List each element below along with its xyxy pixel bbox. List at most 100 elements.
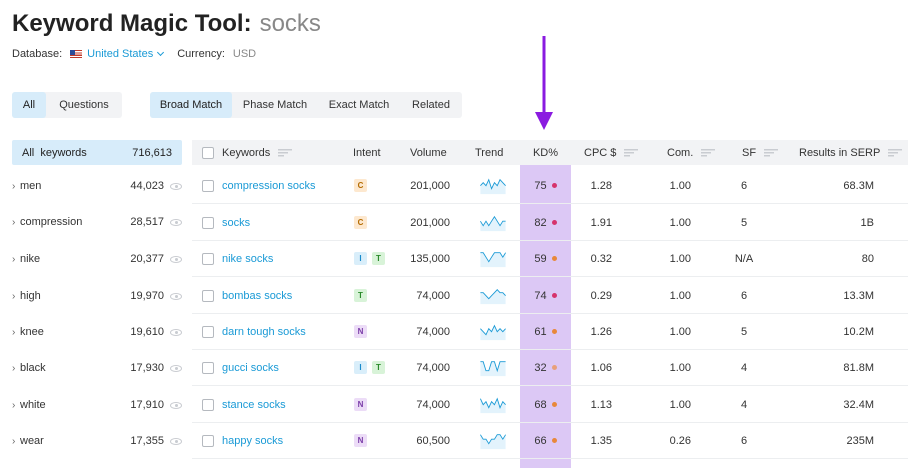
trend-area	[480, 398, 506, 413]
header-trend[interactable]: Trend	[475, 140, 503, 165]
match-type-tabs: Broad Match Phase Match Exact Match Rela…	[150, 92, 462, 118]
select-all-checkbox[interactable]	[202, 146, 214, 159]
group-count: 28,517	[130, 216, 164, 228]
sidebar-group-item[interactable]: › knee 19,610	[12, 322, 182, 342]
row-checkbox[interactable]	[202, 179, 214, 192]
volume-value: 60,500	[416, 434, 450, 447]
cpc-value: 1.06	[590, 361, 612, 374]
sidebar-group-item[interactable]: › black 17,930	[12, 358, 182, 378]
volume-value: 201,000	[410, 179, 450, 192]
tab-phase-match[interactable]: Phase Match	[232, 92, 318, 118]
tab-questions[interactable]: Questions	[46, 92, 122, 118]
table-row: stance socks N 74,000 68 1.13 1.00 4 32.4M	[192, 387, 908, 423]
volume-value: 74,000	[416, 325, 450, 338]
cpc-value: 0.29	[590, 289, 612, 302]
volume-value: 201,000	[410, 216, 450, 229]
intent-badge: N	[354, 434, 367, 447]
page-title: Keyword Magic Tool: socks	[12, 10, 321, 38]
database-label: Database:	[12, 48, 63, 60]
all-keywords-item[interactable]: All keywords 716,613	[12, 140, 182, 165]
eye-icon[interactable]	[170, 328, 182, 336]
header-trend-label: Trend	[475, 146, 504, 159]
sidebar-group-item[interactable]: › white 17,910	[12, 395, 182, 415]
header-kd[interactable]: KD%	[520, 140, 571, 165]
header-intent[interactable]: Intent	[353, 140, 381, 165]
row-checkbox[interactable]	[202, 361, 214, 374]
kd-value: 59	[534, 252, 547, 265]
tab-broad-match[interactable]: Broad Match	[150, 92, 232, 118]
eye-icon[interactable]	[170, 292, 182, 300]
eye-icon[interactable]	[170, 437, 182, 445]
header-sf[interactable]: SF	[742, 140, 779, 165]
sidebar-group-item[interactable]: › compression 28,517	[12, 212, 182, 232]
kd-difficulty-dot	[551, 183, 557, 188]
keyword-link[interactable]: nike socks	[222, 253, 273, 265]
keyword-link[interactable]: bombas socks	[222, 290, 292, 302]
group-name: wear	[20, 435, 44, 447]
database-selector[interactable]: United States	[70, 48, 165, 60]
chevron-right-icon: ›	[12, 435, 16, 447]
cpc-value: 1.35	[590, 434, 612, 447]
header-com[interactable]: Com.	[667, 140, 716, 165]
chevron-right-icon: ›	[12, 326, 16, 338]
sidebar-group-item[interactable]: › nike 20,377	[12, 249, 182, 269]
header-kd-label: KD%	[532, 146, 559, 159]
row-checkbox[interactable]	[202, 252, 214, 265]
keyword-link[interactable]: compression socks	[222, 180, 316, 192]
eye-icon[interactable]	[170, 364, 182, 372]
tab-exact-match[interactable]: Exact Match	[318, 92, 400, 118]
sf-value: 4	[740, 398, 748, 411]
row-checkbox[interactable]	[202, 434, 214, 447]
keyword-link[interactable]: socks	[222, 217, 250, 229]
all-keywords-count: 716,613	[132, 146, 172, 159]
header-sf-label: SF	[742, 146, 757, 159]
intent-badge: I	[354, 252, 367, 265]
group-count: 17,910	[130, 399, 164, 411]
results-value: 1B	[860, 216, 874, 229]
database-value: United States	[87, 48, 154, 60]
row-checkbox[interactable]	[202, 325, 214, 338]
com-value: 1.00	[669, 398, 691, 411]
keyword-link[interactable]: happy socks	[222, 435, 283, 447]
sidebar-group-item[interactable]: › high 19,970	[12, 286, 182, 306]
header-volume[interactable]: Volume	[410, 140, 447, 165]
header-results[interactable]: Results in SERP	[799, 140, 903, 165]
eye-icon[interactable]	[170, 182, 182, 190]
row-checkbox[interactable]	[202, 289, 214, 302]
header-cpc[interactable]: CPC $	[584, 140, 639, 165]
results-value: 32.4M	[843, 398, 874, 411]
header-keywords[interactable]: Keywords	[222, 140, 293, 165]
eye-icon[interactable]	[170, 401, 182, 409]
trend-sparkline	[480, 288, 506, 304]
volume-value: 135,000	[410, 252, 450, 265]
kd-difficulty-dot	[551, 329, 557, 334]
intent-badge: N	[354, 398, 367, 411]
kd-value: 68	[534, 398, 547, 411]
sidebar-group-item[interactable]: › men 44,023	[12, 176, 182, 196]
eye-icon[interactable]	[170, 255, 182, 263]
sidebar-group-item[interactable]: › wear 17,355	[12, 431, 182, 451]
kd-value: 74	[534, 289, 547, 302]
sf-value: 6	[740, 179, 748, 192]
row-checkbox[interactable]	[202, 216, 214, 229]
keyword-link[interactable]: darn tough socks	[222, 326, 306, 338]
group-name: men	[20, 180, 42, 192]
results-value: 235M	[846, 434, 874, 447]
group-count: 19,610	[130, 326, 164, 338]
keyword-link[interactable]: stance socks	[222, 399, 286, 411]
intent-cell: C	[354, 205, 372, 240]
tab-related[interactable]: Related	[400, 92, 462, 118]
sort-icon	[624, 148, 639, 157]
com-value: 1.00	[669, 179, 691, 192]
chevron-right-icon: ›	[12, 180, 16, 192]
com-value: 1.00	[669, 289, 691, 302]
tab-all[interactable]: All	[12, 92, 46, 118]
currency-label: Currency:	[177, 48, 225, 60]
com-value: 1.00	[669, 252, 691, 265]
kd-difficulty-dot	[551, 220, 557, 225]
keyword-link[interactable]: gucci socks	[222, 362, 279, 374]
eye-icon[interactable]	[170, 218, 182, 226]
row-checkbox[interactable]	[202, 398, 214, 411]
cpc-value: 1.28	[590, 179, 612, 192]
select-all-checkbox-cell	[202, 140, 214, 165]
